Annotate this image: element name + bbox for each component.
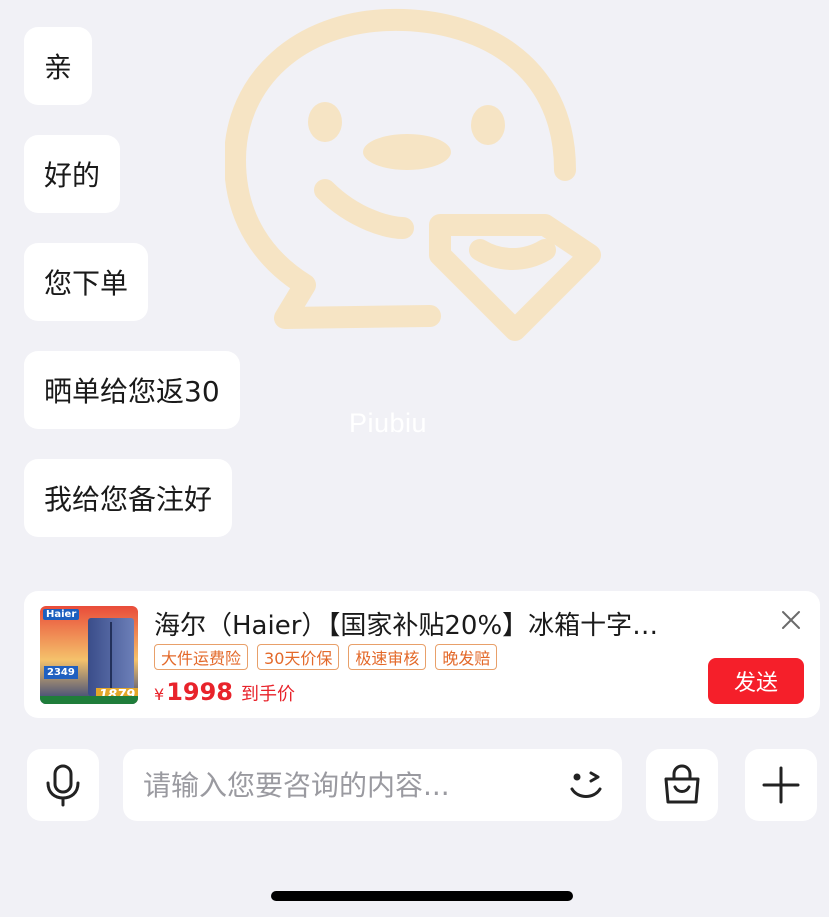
voice-button[interactable] [27, 749, 99, 821]
price-row: ¥ 1998 到手价 [154, 678, 295, 706]
message-bubble: 晒单给您返30 [24, 351, 240, 429]
thumbnail-price-a: 2349 [44, 666, 78, 679]
wink-emoji-icon[interactable] [566, 765, 606, 805]
product-tag: 晚发赔 [435, 644, 498, 670]
product-tag: 极速审核 [348, 644, 427, 670]
message-input-box[interactable] [123, 749, 622, 821]
plus-icon [762, 766, 800, 804]
product-title[interactable]: 海尔（Haier）【国家补贴20%】冰箱十字… [154, 605, 714, 642]
microphone-icon [46, 764, 80, 807]
message-bubble: 我给您备注好 [24, 459, 233, 537]
send-button[interactable]: 发送 [708, 658, 804, 704]
thumbnail-brand: Haier [43, 609, 80, 620]
close-icon[interactable] [780, 609, 802, 631]
price-value: 1998 [166, 678, 233, 706]
shopping-bag-icon [664, 764, 700, 804]
fridge-image [88, 618, 134, 696]
watermark-logo-icon [225, 8, 601, 341]
watermark-text: Piubiu [349, 408, 428, 438]
message-bubble: 好的 [24, 135, 121, 213]
message-bubble: 亲 [24, 27, 93, 105]
product-tag: 大件运费险 [154, 644, 249, 670]
message-bubble: 您下单 [24, 243, 149, 321]
product-tag: 30天价保 [257, 644, 340, 670]
chat-screen: Piubiu 亲 好的 您下单 晒单给您返30 我给您备注好 Haier 234… [0, 0, 829, 917]
product-card[interactable]: Haier 2349 1879 海尔（Haier）【国家补贴20%】冰箱十字… … [24, 591, 820, 718]
shopping-bag-button[interactable] [646, 749, 718, 821]
thumbnail-strip [40, 696, 138, 704]
price-note: 到手价 [240, 684, 295, 705]
more-button[interactable] [745, 749, 817, 821]
product-tags: 大件运费险 30天价保 极速审核 晚发赔 [154, 644, 498, 670]
price-symbol: ¥ [154, 685, 165, 704]
message-input[interactable] [143, 749, 553, 821]
product-thumbnail[interactable]: Haier 2349 1879 [40, 606, 138, 704]
home-indicator[interactable] [271, 891, 573, 901]
